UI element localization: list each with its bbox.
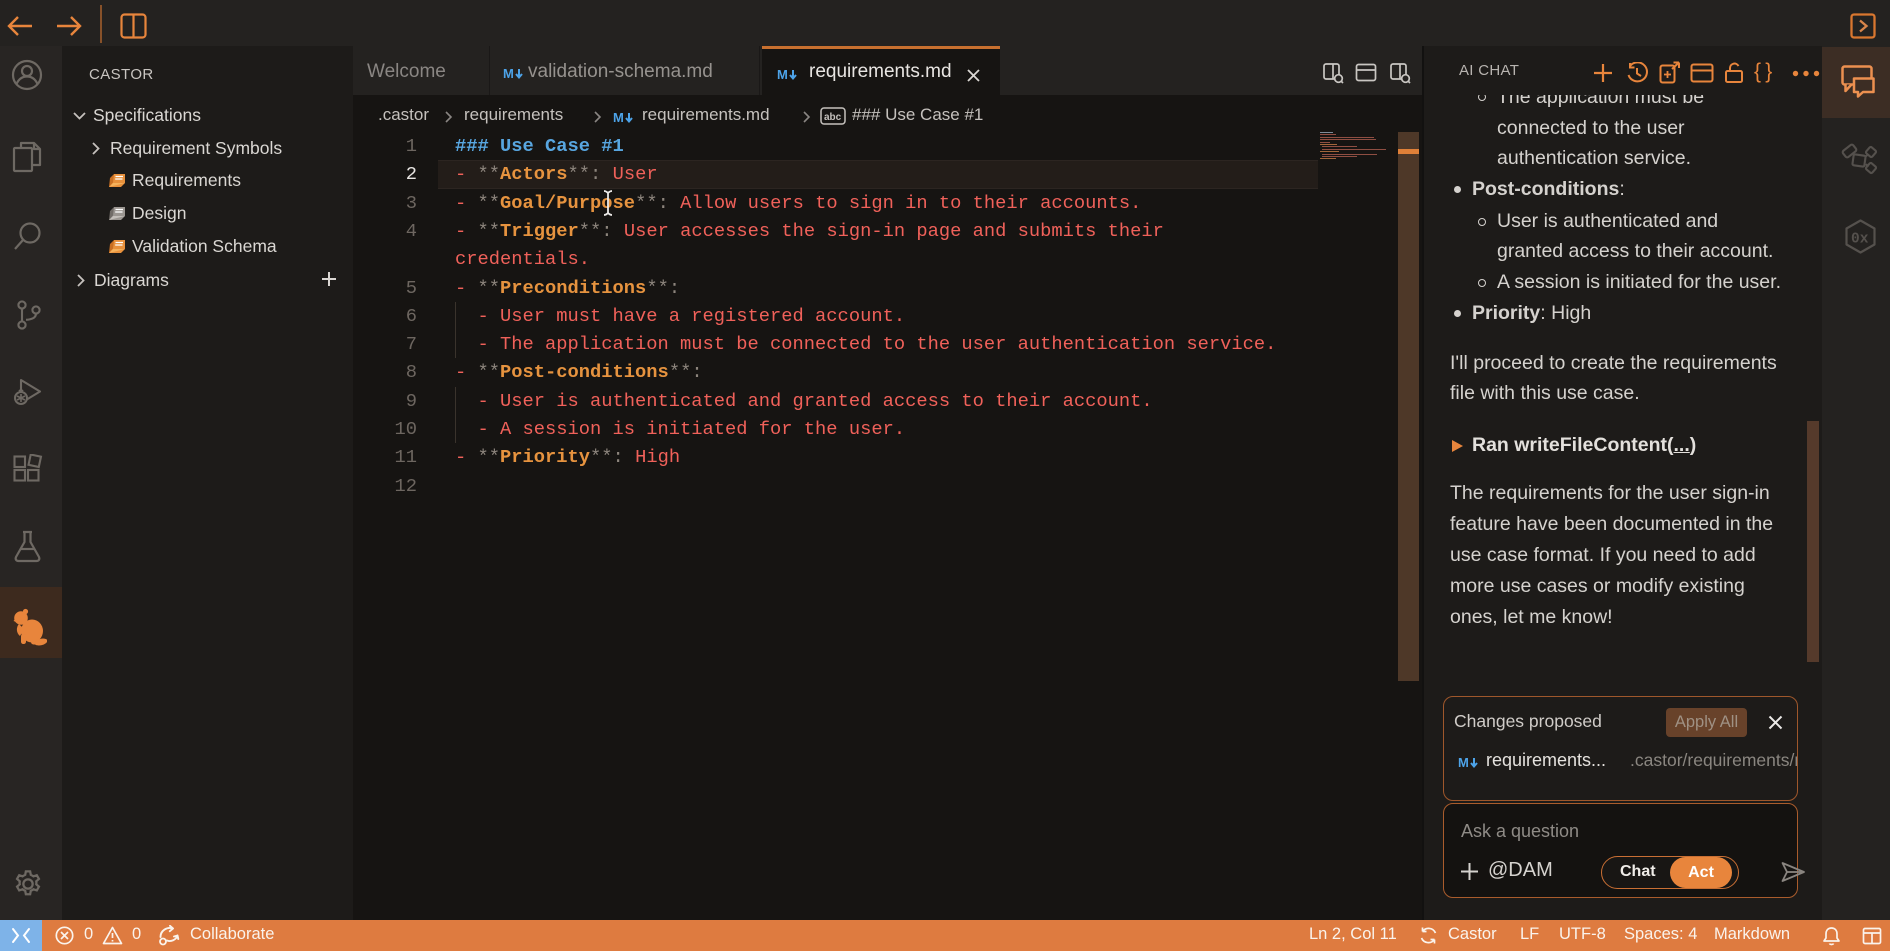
svg-text:abc: abc	[824, 112, 842, 123]
svg-text:M: M	[613, 110, 624, 125]
svg-text:0x: 0x	[1851, 232, 1869, 248]
svg-text:M: M	[1458, 755, 1469, 770]
svg-text:M: M	[503, 66, 514, 81]
svg-text:M: M	[777, 67, 788, 82]
